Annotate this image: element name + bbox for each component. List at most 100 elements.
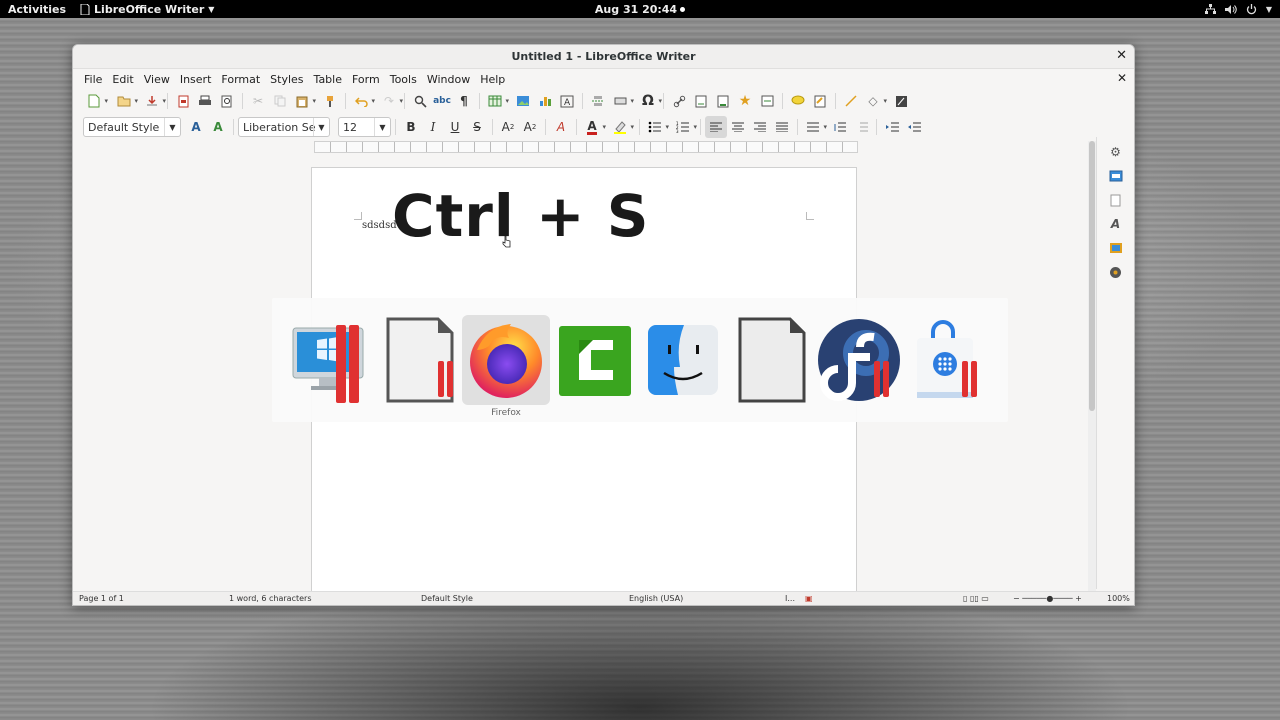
insert-image-icon[interactable] xyxy=(512,90,534,112)
switcher-app-software-store[interactable] xyxy=(904,315,990,405)
navigator-icon[interactable] xyxy=(1107,263,1125,281)
paragraph-style-combo[interactable]: Default Style ▼ xyxy=(83,117,181,137)
print-preview-icon[interactable] xyxy=(216,90,238,112)
spelling-icon[interactable]: abc xyxy=(431,90,453,112)
open-folder-icon[interactable] xyxy=(113,90,138,112)
hyperlink-icon[interactable] xyxy=(668,90,690,112)
switcher-app-finder[interactable] xyxy=(640,315,726,405)
italic-button[interactable]: I xyxy=(422,116,444,138)
font-name-combo[interactable]: Liberation Se ▼ xyxy=(238,117,330,137)
print-icon[interactable] xyxy=(194,90,216,112)
increase-indent-icon[interactable] xyxy=(881,116,903,138)
menu-table[interactable]: Table xyxy=(309,73,347,86)
page-icon[interactable] xyxy=(1107,191,1125,209)
app-menu[interactable]: LibreOffice Writer ▼ xyxy=(80,3,214,16)
superscript-button[interactable]: A2 xyxy=(497,116,519,138)
menu-window[interactable]: Window xyxy=(422,73,475,86)
decrease-indent-icon[interactable] xyxy=(903,116,925,138)
window-close-button[interactable]: ✕ xyxy=(1116,48,1127,63)
insert-field-icon[interactable] xyxy=(609,90,634,112)
page-properties-icon[interactable] xyxy=(1107,167,1125,185)
horizontal-ruler[interactable] xyxy=(314,141,858,153)
increase-paragraph-spacing-icon[interactable] xyxy=(828,116,850,138)
page-break-icon[interactable] xyxy=(587,90,609,112)
system-tray[interactable]: ▼ xyxy=(1204,0,1272,18)
update-style-icon[interactable]: A xyxy=(185,116,207,138)
new-document-icon[interactable] xyxy=(83,90,108,112)
page-style[interactable]: Default Style xyxy=(421,594,473,603)
line-spacing-icon[interactable] xyxy=(802,116,827,138)
word-count[interactable]: 1 word, 6 characters xyxy=(229,594,312,603)
switcher-app-fedora[interactable] xyxy=(816,315,902,405)
subscript-button[interactable]: A2 xyxy=(519,116,541,138)
redo-icon[interactable]: ↷ xyxy=(378,90,403,112)
switcher-app-windows-vm[interactable] xyxy=(286,315,372,405)
find-replace-icon[interactable] xyxy=(409,90,431,112)
align-center-button[interactable] xyxy=(727,116,749,138)
cut-icon[interactable]: ✂ xyxy=(247,90,269,112)
zoom-slider[interactable]: − ─────●──── + xyxy=(1013,594,1082,603)
menu-format[interactable]: Format xyxy=(216,73,265,86)
align-right-button[interactable] xyxy=(749,116,771,138)
endnote-icon[interactable] xyxy=(712,90,734,112)
comment-icon[interactable] xyxy=(787,90,809,112)
activities-button[interactable]: Activities xyxy=(0,3,74,16)
insert-textbox-icon[interactable]: A xyxy=(556,90,578,112)
basic-shapes-icon[interactable]: ◇ xyxy=(862,90,887,112)
font-size-combo[interactable]: 12 ▼ xyxy=(338,117,391,137)
insert-table-icon[interactable] xyxy=(484,90,509,112)
footnote-icon[interactable] xyxy=(690,90,712,112)
vertical-scrollbar[interactable] xyxy=(1088,141,1096,593)
menu-help[interactable]: Help xyxy=(475,73,510,86)
menu-view[interactable]: View xyxy=(139,73,175,86)
bullet-list-icon[interactable] xyxy=(644,116,669,138)
menu-edit[interactable]: Edit xyxy=(107,73,138,86)
insert-mode-icon[interactable]: I... xyxy=(785,594,795,603)
new-style-icon[interactable]: A xyxy=(207,116,229,138)
underline-button[interactable]: U xyxy=(444,116,466,138)
menu-form[interactable]: Form xyxy=(347,73,385,86)
clone-formatting-icon[interactable] xyxy=(319,90,341,112)
chevron-down-icon[interactable]: ▼ xyxy=(164,118,180,136)
menu-styles[interactable]: Styles xyxy=(265,73,308,86)
menu-file[interactable]: File xyxy=(79,73,107,86)
menu-insert[interactable]: Insert xyxy=(175,73,217,86)
paste-icon[interactable] xyxy=(291,90,316,112)
switcher-app-libreoffice-document[interactable] xyxy=(376,315,462,405)
clear-formatting-icon[interactable]: A xyxy=(550,116,572,138)
formatting-marks-icon[interactable]: ¶ xyxy=(453,90,475,112)
numbered-list-icon[interactable]: 123 xyxy=(672,116,697,138)
strikethrough-button[interactable]: S xyxy=(466,116,488,138)
insert-chart-icon[interactable] xyxy=(534,90,556,112)
switcher-app-firefox[interactable] xyxy=(462,315,550,405)
chevron-down-icon[interactable]: ▼ xyxy=(313,118,329,136)
justify-button[interactable] xyxy=(771,116,793,138)
special-character-icon[interactable]: Ω xyxy=(637,90,662,112)
align-left-button[interactable] xyxy=(705,116,727,138)
scrollbar-thumb[interactable] xyxy=(1089,141,1095,411)
switcher-app-camtasia[interactable] xyxy=(552,315,638,405)
export-pdf-icon[interactable] xyxy=(172,90,194,112)
track-changes-icon[interactable] xyxy=(809,90,831,112)
view-layout-icons[interactable]: ▯ ▯▯ ▭ xyxy=(963,594,989,603)
save-icon[interactable] xyxy=(141,90,166,112)
cross-reference-icon[interactable] xyxy=(756,90,778,112)
insert-line-icon[interactable] xyxy=(840,90,862,112)
undo-icon[interactable] xyxy=(350,90,375,112)
gallery-icon[interactable] xyxy=(1107,239,1125,257)
switcher-app-libreoffice[interactable] xyxy=(728,315,814,405)
copy-icon[interactable] xyxy=(269,90,291,112)
font-color-icon[interactable]: A xyxy=(581,116,606,138)
page-count[interactable]: Page 1 of 1 xyxy=(79,594,124,603)
bold-button[interactable]: B xyxy=(400,116,422,138)
chevron-down-icon[interactable]: ▼ xyxy=(374,118,390,136)
properties-gear-icon[interactable]: ⚙ xyxy=(1107,143,1125,161)
document-close-button[interactable]: ✕ xyxy=(1117,71,1127,85)
menu-tools[interactable]: Tools xyxy=(385,73,422,86)
draw-functions-icon[interactable] xyxy=(890,90,912,112)
zoom-level[interactable]: 100% xyxy=(1107,594,1130,603)
language[interactable]: English (USA) xyxy=(629,594,683,603)
decrease-paragraph-spacing-icon[interactable] xyxy=(850,116,872,138)
title-bar[interactable]: Untitled 1 - LibreOffice Writer ✕ xyxy=(73,45,1134,69)
highlight-color-icon[interactable] xyxy=(609,116,634,138)
